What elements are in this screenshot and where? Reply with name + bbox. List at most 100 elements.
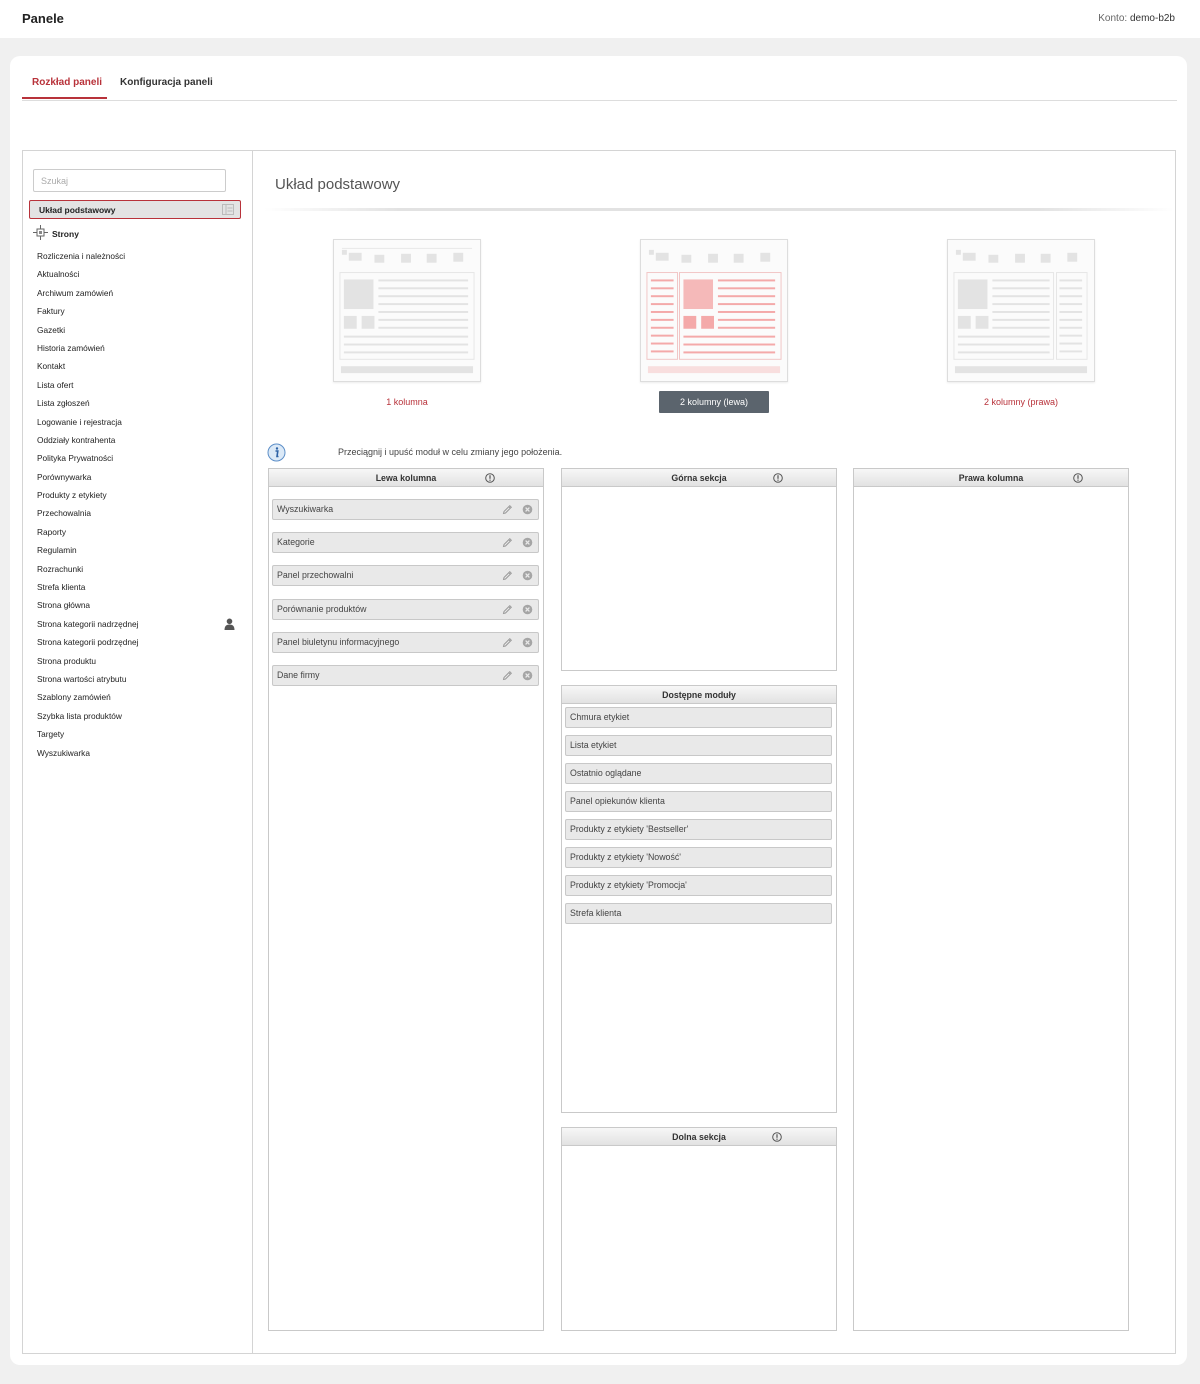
account-label: Konto: (1098, 13, 1128, 24)
remove-icon[interactable] (522, 604, 533, 615)
sidebar-item-strona-kategorii-nadrzednej[interactable]: Strona kategorii nadrzędnej (37, 615, 237, 633)
sidebar: Układ podstawowy Strony Rozliczenia i na… (23, 151, 253, 1353)
available-module-produkty-z-etykiety-nowosc[interactable]: Produkty z etykiety 'Nowość' (565, 847, 832, 868)
panel-top-section-header: Górna sekcja (562, 469, 836, 487)
sidebar-item-gazetki[interactable]: Gazetki (37, 321, 237, 339)
module-panel-przechowalni[interactable]: Panel przechowalni (272, 565, 539, 587)
remove-icon[interactable] (522, 570, 533, 581)
sidebar-item-historia-zamowien[interactable]: Historia zamówień (37, 339, 237, 357)
sidebar-item-rozrachunki[interactable]: Rozrachunki (37, 560, 237, 578)
sidebar-item-label: Historia zamówień (37, 342, 105, 353)
pencil-icon[interactable] (502, 604, 513, 615)
info-circle-icon[interactable] (1073, 473, 1083, 483)
layout-2-columns-right-label[interactable]: 2 kolumny (prawa) (947, 391, 1095, 413)
layout-option-2-columns-right[interactable]: 2 kolumny (prawa) (947, 239, 1095, 407)
available-module-strefa-klienta[interactable]: Strefa klienta (565, 903, 832, 924)
sidebar-item-uklad-podstawowy[interactable]: Układ podstawowy (29, 200, 241, 219)
sidebar-item-label: Strona kategorii nadrzędnej (37, 618, 139, 629)
sidebar-item-lista-ofert[interactable]: Lista ofert (37, 376, 237, 394)
module-label: Panel przechowalni (277, 570, 354, 581)
panel-title: Prawa kolumna (958, 473, 1024, 483)
sidebar-item-archiwum-zamowien[interactable]: Archiwum zamówień (37, 284, 237, 302)
pencil-icon[interactable] (502, 504, 513, 515)
sidebar-item-logowanie-i-rejestracja[interactable]: Logowanie i rejestracja (37, 413, 237, 431)
module-wyszukiwarka[interactable]: Wyszukiwarka (272, 499, 539, 520)
sidebar-item-oddzialy-kontrahenta[interactable]: Oddziały kontrahenta (37, 431, 237, 449)
available-module-produkty-z-etykiety-promocja[interactable]: Produkty z etykiety 'Promocja' (565, 875, 832, 896)
sidebar-item-lista-zgloszen[interactable]: Lista zgłoszeń (37, 394, 237, 412)
info-circle-icon[interactable] (485, 473, 495, 483)
layout-option-2-columns-left[interactable]: 2 kolumny (lewa) (640, 239, 788, 413)
sidebar-nav: Rozliczenia i należności Aktualności Archi… (37, 247, 237, 762)
sidebar-item-porownywarka[interactable]: Porównywarka (37, 468, 237, 486)
sidebar-item-label: Przechowalnia (37, 508, 91, 519)
available-module-chmura-etykiet[interactable]: Chmura etykiet (565, 707, 832, 728)
remove-icon[interactable] (522, 637, 533, 648)
sidebar-item-label: Regulamin (37, 545, 77, 556)
sidebar-item-regulamin[interactable]: Regulamin (37, 541, 237, 559)
sidebar-item-rozliczenia-i-naleznosci[interactable]: Rozliczenia i należności (37, 247, 237, 265)
available-module-ostatnio-ogladane[interactable]: Ostatnio oglądane (565, 763, 832, 784)
panel-top-section[interactable]: Górna sekcja (561, 468, 837, 671)
sidebar-item-strona-wartosci-atrybutu[interactable]: Strona wartości atrybutu (37, 670, 237, 688)
module-label: Panel biuletynu informacyjnego (277, 636, 400, 647)
sidebar-item-strona-produktu[interactable]: Strona produktu (37, 652, 237, 670)
sidebar-item-strefa-klienta[interactable]: Strefa klienta (37, 578, 237, 596)
sidebar-item-label: Strona kategorii podrzędnej (37, 637, 139, 648)
layout-2-columns-left-thumbnail (640, 239, 788, 382)
panel-available-modules[interactable]: Dostępne moduły Chmura etykiet Lista etyk… (561, 685, 837, 1113)
panel-bottom-section[interactable]: Dolna sekcja (561, 1127, 837, 1331)
account-info: Konto: demo-b2b (1098, 13, 1175, 24)
pencil-icon[interactable] (502, 570, 513, 581)
remove-icon[interactable] (522, 504, 533, 515)
module-panel-biuletynu-informacyjnego[interactable]: Panel biuletynu informacyjnego (272, 631, 539, 653)
pencil-icon[interactable] (502, 670, 513, 681)
module-kategorie[interactable]: Kategorie (272, 532, 539, 554)
sidebar-item-przechowalnia[interactable]: Przechowalnia (37, 504, 237, 522)
search-input[interactable] (33, 169, 226, 192)
sidebar-item-label: Szablony zamówień (37, 692, 111, 703)
module-dane-firmy[interactable]: Dane firmy (272, 665, 539, 686)
sidebar-item-label: Produkty z etykiety (37, 490, 107, 501)
info-circle-icon[interactable] (772, 1132, 782, 1142)
pencil-icon[interactable] (502, 637, 513, 648)
tab-konfiguracja-paneli[interactable]: Konfiguracja paneli (120, 77, 213, 88)
sidebar-item-szybka-lista-produktow[interactable]: Szybka lista produktów (37, 707, 237, 725)
sidebar-item-polityka-prywatnosci[interactable]: Polityka Prywatności (37, 449, 237, 467)
sidebar-item-szablony-zamowien[interactable]: Szablony zamówień (37, 688, 237, 706)
sidebar-item-wyszukiwarka[interactable]: Wyszukiwarka (37, 744, 237, 762)
module-porownanie-produktow[interactable]: Porównanie produktów (272, 598, 539, 620)
sidebar-item-label: Rozliczenia i należności (37, 251, 126, 261)
available-module-panel-opiekunow-klienta[interactable]: Panel opiekunów klienta (565, 791, 832, 812)
top-bar: Panele Konto: demo-b2b (0, 0, 1200, 38)
account-value: demo-b2b (1129, 13, 1175, 24)
available-module-lista-etykiet[interactable]: Lista etykiet (565, 735, 832, 756)
layout-2-columns-left-label[interactable]: 2 kolumny (lewa) (659, 391, 769, 413)
divider (264, 208, 1174, 211)
main-card: Rozkład paneli Konfiguracja paneli Układ… (10, 56, 1187, 1365)
sidebar-item-label: Strona wartości atrybutu (37, 673, 127, 684)
panel-left-column[interactable]: Lewa kolumna Wyszukiwarka Kategorie Panel … (268, 468, 544, 1331)
sidebar-item-strona-kategorii-podrzednej[interactable]: Strona kategorii podrzędnej (37, 633, 237, 651)
sidebar-item-targety[interactable]: Targety (37, 725, 237, 743)
available-module-produkty-z-etykiety-bestseller[interactable]: Produkty z etykiety 'Bestseller' (565, 819, 832, 840)
remove-icon[interactable] (522, 670, 533, 681)
layout-icon (222, 204, 234, 215)
sidebar-group-label: Strony (52, 229, 79, 239)
user-icon (224, 618, 235, 630)
sidebar-item-strona-glowna[interactable]: Strona główna (37, 596, 237, 614)
sidebar-item-produkty-z-etykiety[interactable]: Produkty z etykiety (37, 486, 237, 504)
sidebar-item-kontakt[interactable]: Kontakt (37, 357, 237, 375)
panel-right-column[interactable]: Prawa kolumna (853, 468, 1129, 1331)
tab-rozklad-paneli[interactable]: Rozkład paneli (32, 77, 102, 88)
info-circle-icon[interactable] (773, 473, 783, 483)
sidebar-item-faktury[interactable]: Faktury (37, 302, 237, 320)
sidebar-item-aktualnosci[interactable]: Aktualności (37, 265, 237, 283)
sidebar-item-label: Aktualności (37, 269, 80, 280)
layout-1-column-thumbnail (333, 239, 481, 382)
layout-option-1-column[interactable]: 1 kolumna (333, 239, 481, 407)
pencil-icon[interactable] (502, 537, 513, 548)
layout-1-column-label[interactable]: 1 kolumna (333, 391, 481, 413)
sidebar-item-raporty[interactable]: Raporty (37, 523, 237, 541)
remove-icon[interactable] (522, 537, 533, 548)
